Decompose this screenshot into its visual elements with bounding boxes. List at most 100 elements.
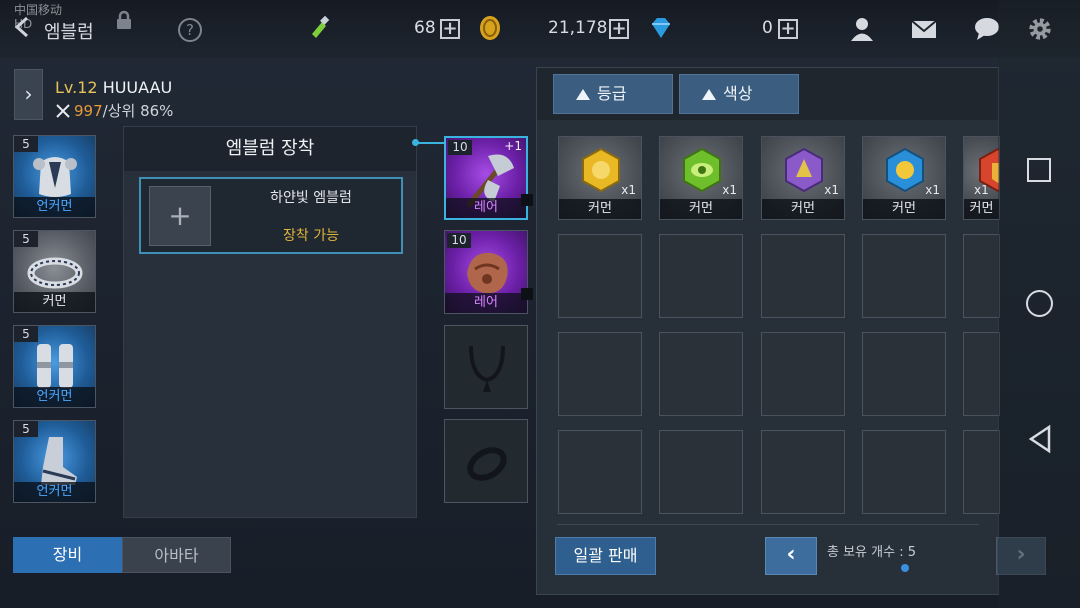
back-arrow-icon <box>14 16 29 38</box>
inventory-item[interactable]: x1 커먼 <box>963 136 1000 220</box>
slot-marker <box>521 194 533 206</box>
slot-grade: 언커먼 <box>14 482 95 502</box>
power-rank: /상위 86% <box>102 102 174 120</box>
back-button[interactable] <box>12 15 34 41</box>
item-count: x1 <box>974 183 989 197</box>
nav-back-icon[interactable] <box>1027 424 1053 454</box>
home-icon[interactable] <box>1026 290 1053 317</box>
accessory-slot-glove[interactable]: 10 레어 <box>444 230 528 314</box>
page-indicator-dot <box>901 564 909 572</box>
chest-armor-icon <box>33 157 77 197</box>
slot-grade: 레어 <box>446 198 526 218</box>
inventory-empty-slot[interactable] <box>761 430 845 514</box>
selection-connector <box>417 142 445 144</box>
prev-page-button[interactable]: ‹ <box>765 537 817 575</box>
character-name: HUUAAU <box>102 78 173 97</box>
item-grade: 커먼 <box>762 199 844 219</box>
belt-icon <box>27 257 83 289</box>
emblem-slot-name: 하얀빛 엠블럼 <box>270 190 352 206</box>
inventory-item[interactable]: x1 커먼 <box>862 136 946 220</box>
inventory-empty-slot[interactable] <box>558 430 642 514</box>
page-title: 엠블럼 <box>44 22 94 43</box>
emblem-add-button[interactable]: + <box>149 186 211 246</box>
item-grade: 커먼 <box>863 199 945 219</box>
inventory-empty-slot[interactable] <box>558 332 642 416</box>
item-grade: 커먼 <box>660 199 742 219</box>
accessory-slot-weapon[interactable]: 10 +1 레어 <box>444 136 528 220</box>
accessory-slot-ring[interactable] <box>444 419 528 503</box>
friends-icon[interactable] <box>848 16 876 42</box>
inventory-empty-slot[interactable] <box>761 332 845 416</box>
inventory-empty-slot[interactable] <box>862 430 946 514</box>
boots-icon <box>41 437 77 485</box>
filter-color-button[interactable]: 색상 <box>679 74 799 114</box>
filter-color-label: 색상 <box>723 84 753 103</box>
power-value: 997 <box>74 102 103 120</box>
stamina-potion-icon <box>312 15 330 38</box>
sell-all-button[interactable]: 일괄 판매 <box>555 537 656 575</box>
chat-icon[interactable] <box>973 16 1001 42</box>
necklace-slot-icon <box>469 345 505 392</box>
tab-avatar[interactable]: 아바타 <box>122 537 231 573</box>
mail-icon[interactable] <box>910 16 938 42</box>
gem-icon <box>652 18 670 38</box>
item-count: x1 <box>925 183 940 197</box>
inventory-empty-slot[interactable] <box>558 234 642 318</box>
item-grade: 커먼 <box>964 199 999 219</box>
inventory-filter-bar: 등급 색상 <box>537 68 998 120</box>
gold-add-button[interactable]: + <box>609 19 629 39</box>
inventory-item[interactable]: x1 커먼 <box>659 136 743 220</box>
inventory-empty-slot[interactable] <box>963 332 1000 416</box>
inventory-item[interactable]: x1 커먼 <box>761 136 845 220</box>
emblem-equip-panel: 엠블럼 장착 + 하얀빛 엠블럼 장착 가능 <box>123 126 417 518</box>
sort-up-icon <box>702 89 716 100</box>
yellow-emblem-icon <box>582 147 620 193</box>
inventory-empty-slot[interactable] <box>963 430 1000 514</box>
equip-slot-belt[interactable]: 5 커먼 <box>13 230 96 313</box>
expand-character-button[interactable]: › <box>14 69 43 120</box>
inventory-empty-slot[interactable] <box>862 332 946 416</box>
inventory-empty-slot[interactable] <box>659 332 743 416</box>
inventory-empty-slot[interactable] <box>862 234 946 318</box>
purple-emblem-icon <box>785 147 823 193</box>
selection-connector-dot <box>412 139 419 146</box>
gem-add-button[interactable]: + <box>778 19 798 39</box>
inventory-panel: 등급 색상 x1 커먼 x1 커먼 x1 커먼 x1 커먼 x1 커먼 일괄 판… <box>536 67 1000 595</box>
green-emblem-icon <box>683 147 721 193</box>
recent-apps-icon[interactable] <box>1027 158 1051 182</box>
filter-grade-button[interactable]: 등급 <box>553 74 673 114</box>
emblem-panel-title: 엠블럼 장착 <box>124 127 416 171</box>
item-count: x1 <box>621 183 636 197</box>
ring-slot-icon <box>467 447 507 481</box>
slot-grade: 언커먼 <box>14 197 95 217</box>
slot-marker <box>521 288 533 300</box>
equip-slot-boots[interactable]: 5 언커먼 <box>13 420 96 503</box>
character-level: Lv.12 <box>55 78 98 97</box>
stamina-add-button[interactable]: + <box>440 19 460 39</box>
tab-equipment[interactable]: 장비 <box>13 537 122 573</box>
slot-grade: 레어 <box>445 293 527 313</box>
slot-grade: 언커먼 <box>14 387 95 407</box>
gem-value: 0 <box>762 18 773 38</box>
equip-slot-legs[interactable]: 5 언커먼 <box>13 325 96 408</box>
blue-emblem-icon <box>886 147 924 193</box>
inventory-empty-slot[interactable] <box>761 234 845 318</box>
emblem-slot-state: 장착 가능 <box>283 228 339 244</box>
filter-grade-label: 등급 <box>597 84 627 103</box>
inventory-empty-slot[interactable] <box>659 234 743 318</box>
gold-coin-icon <box>480 16 500 40</box>
crossed-swords-icon <box>56 104 70 118</box>
lock-icon <box>117 10 131 29</box>
accessory-slot-necklace[interactable] <box>444 325 528 409</box>
help-icon[interactable]: ? <box>178 18 202 42</box>
sort-up-icon <box>576 89 590 100</box>
total-item-count: 총 보유 개수 : 5 <box>827 545 916 560</box>
emblem-slot[interactable]: + 하얀빛 엠블럼 장착 가능 <box>139 177 403 254</box>
inventory-item[interactable]: x1 커먼 <box>558 136 642 220</box>
character-power: 997/상위 86% <box>55 100 173 121</box>
item-grade: 커먼 <box>559 199 641 219</box>
equip-slot-chest[interactable]: 5 언커먼 <box>13 135 96 218</box>
gold-value: 21,178 <box>548 18 608 38</box>
inventory-empty-slot[interactable] <box>659 430 743 514</box>
inventory-empty-slot[interactable] <box>963 234 1000 318</box>
